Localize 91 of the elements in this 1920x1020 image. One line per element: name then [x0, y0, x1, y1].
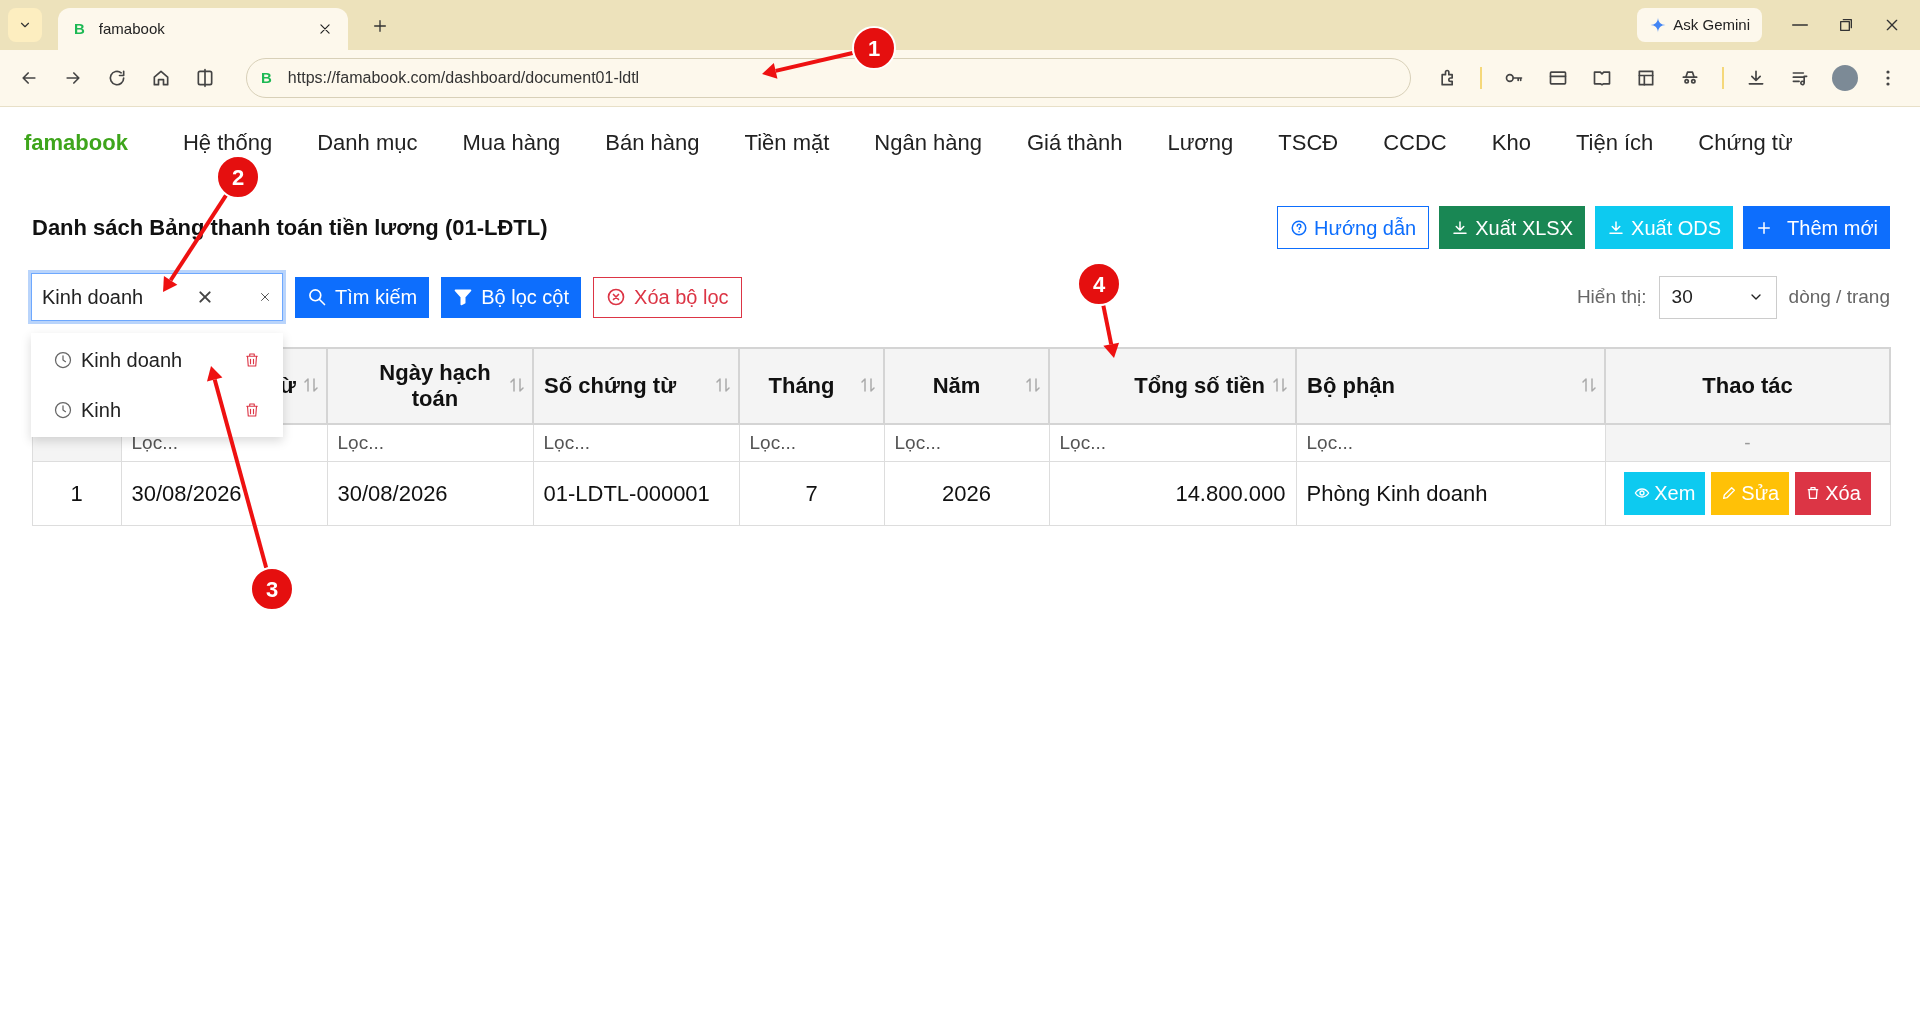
- annotation-arrow: [1101, 305, 1120, 358]
- annotation-number: 1: [867, 36, 881, 61]
- nav-link[interactable]: Tiền mặt: [744, 125, 830, 159]
- annotation-number: 3: [265, 577, 279, 602]
- nav-link[interactable]: Chứng từ: [1698, 125, 1793, 159]
- empty-filter-cell: -: [1605, 424, 1890, 461]
- column-header: Thao tác: [1605, 348, 1890, 424]
- close-icon: [318, 22, 332, 36]
- nav-link[interactable]: CCDC: [1383, 125, 1447, 159]
- column-header[interactable]: Bộ phận: [1296, 348, 1605, 424]
- page-size-select[interactable]: 30: [1658, 275, 1777, 319]
- reload-icon: [107, 68, 127, 88]
- restore-icon: [1838, 17, 1854, 33]
- nav-link[interactable]: Hệ thống: [182, 125, 273, 159]
- filter-field[interactable]: Lọc...: [1296, 424, 1605, 461]
- page-size-label: Hiển thị:: [1576, 284, 1647, 309]
- nav-link[interactable]: Lương: [1167, 125, 1234, 159]
- table-cell: 30/08/2026: [121, 461, 327, 525]
- layout-icon: [1636, 68, 1656, 88]
- card-icon: [1548, 68, 1568, 88]
- table-cell: Phòng Kinh doanh: [1296, 461, 1605, 525]
- filter-field[interactable]: Lọc...: [884, 424, 1049, 461]
- annotation-badge: [1077, 262, 1121, 306]
- help-icon: [1290, 218, 1309, 237]
- address-bar[interactable]: B https://famabook.com/dashboard/document01-ldtl: [246, 58, 1411, 98]
- ask-gemini-button[interactable]: Ask Gemini: [1637, 8, 1762, 42]
- trash-icon: [243, 401, 261, 419]
- site-icon: B: [261, 66, 272, 90]
- nav-link[interactable]: Ngân hàng: [874, 125, 982, 159]
- filter-field[interactable]: Lọc...: [327, 424, 533, 461]
- more-icon: [1886, 69, 1890, 87]
- nav-link[interactable]: Tiện ích: [1575, 125, 1654, 159]
- tab-title: famabook: [98, 18, 166, 39]
- annotation-badge: [250, 567, 294, 611]
- nav-link[interactable]: Kho: [1491, 125, 1531, 159]
- clear-icon: [197, 289, 213, 305]
- page-size-suffix: dòng / trang: [1788, 284, 1890, 309]
- close-icon: [259, 291, 271, 303]
- xlsx-button[interactable]: Xuất XLSX: [1439, 206, 1586, 249]
- trash-icon: [243, 351, 261, 369]
- download-icon: [1607, 218, 1626, 237]
- minimize-icon: [1792, 24, 1808, 26]
- close-icon: [1884, 17, 1900, 33]
- search-field[interactable]: Kinh doanh: [31, 273, 283, 321]
- annotation-number: 2: [231, 165, 245, 190]
- column-header[interactable]: Ngày hạch toán: [327, 348, 533, 424]
- nav-link[interactable]: Bán hàng: [605, 125, 700, 159]
- download-icon: [1451, 218, 1470, 237]
- table-cell: 01-LDTL-000001: [533, 461, 739, 525]
- browser-tab[interactable]: B famabook: [58, 8, 348, 50]
- table-cell: 14.800.000: [1049, 461, 1296, 525]
- history-item[interactable]: Kinh doanh: [31, 335, 283, 385]
- delete-button[interactable]: Xóa: [1795, 471, 1871, 515]
- filter-field[interactable]: Lọc...: [1049, 424, 1296, 461]
- profile-avatar[interactable]: [1832, 65, 1858, 91]
- circle-x-icon: [606, 287, 627, 307]
- nav-link[interactable]: TSCĐ: [1278, 125, 1339, 159]
- nav-link[interactable]: Danh mục: [317, 125, 418, 159]
- clear-filter-button[interactable]: Xóa bộ lọc: [593, 276, 742, 318]
- split-view-icon: [195, 68, 215, 88]
- table-cell: 2026: [884, 461, 1049, 525]
- table-cell: 7: [739, 461, 884, 525]
- url-text: https://famabook.com/dashboard/document01-ldtl: [287, 68, 640, 88]
- column-header[interactable]: Tháng: [739, 348, 884, 424]
- search-icon: [307, 287, 327, 307]
- filter-icon: [453, 287, 474, 307]
- pencil-icon: [1721, 485, 1738, 501]
- filter-field[interactable]: Lọc...: [739, 424, 884, 461]
- eye-icon: [1634, 485, 1651, 501]
- column-filter-button[interactable]: Bộ lọc cột: [441, 276, 582, 318]
- clock-icon: [53, 350, 73, 370]
- nav-link[interactable]: Giá thành: [1027, 125, 1123, 159]
- table-cell: 30/08/2026: [327, 461, 533, 525]
- annotation-badge: [852, 26, 896, 70]
- nav-link[interactable]: Mua hàng: [462, 125, 561, 159]
- table-cell: 1: [32, 461, 121, 525]
- guide-button[interactable]: Hướng dẫn: [1277, 206, 1430, 249]
- column-header[interactable]: Số chứng từ: [533, 348, 739, 424]
- plus-icon: [372, 18, 388, 34]
- search-button[interactable]: Tìm kiếm: [295, 276, 430, 318]
- annotation-number: 4: [1092, 272, 1106, 297]
- clock-icon: [53, 400, 73, 420]
- favicon-icon: B: [74, 17, 85, 41]
- download-icon: [1746, 68, 1766, 88]
- column-header[interactable]: Tổng số tiền: [1049, 348, 1296, 424]
- filter-field[interactable]: Lọc...: [533, 424, 739, 461]
- home-icon: [151, 68, 171, 88]
- column-header[interactable]: Năm: [884, 348, 1049, 424]
- annotation-badge: [216, 155, 260, 199]
- add-button[interactable]: Thêm mới: [1743, 206, 1890, 249]
- book-icon: [1592, 68, 1612, 88]
